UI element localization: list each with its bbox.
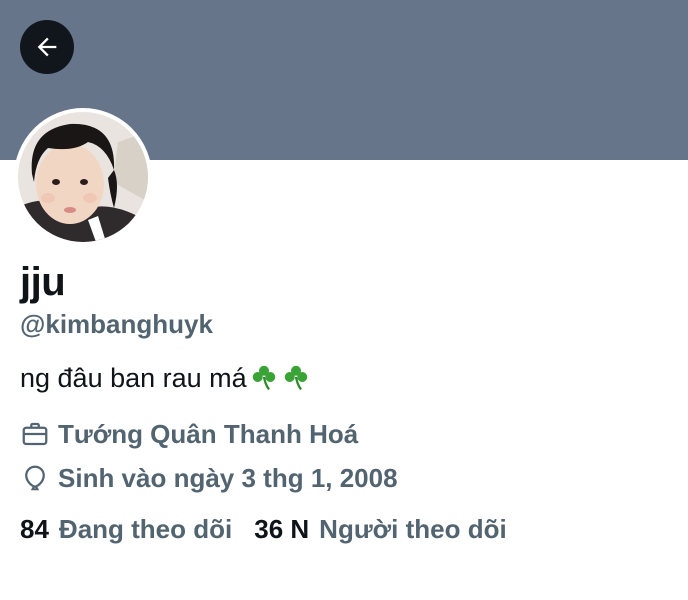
balloon-icon	[20, 463, 50, 493]
shamrock-icon	[249, 362, 279, 392]
avatar-image	[18, 112, 148, 242]
back-button[interactable]	[20, 20, 74, 74]
birth-text: Sinh vào ngày 3 thg 1, 2008	[58, 463, 398, 493]
arrow-left-icon	[37, 37, 57, 57]
avatar[interactable]	[14, 108, 152, 246]
display-name: jju	[20, 260, 66, 304]
briefcase-icon	[20, 419, 50, 449]
location-text: Tướng Quân Thanh Hoá	[58, 419, 359, 449]
following-label: Đang theo dõi	[58, 514, 233, 544]
followers-label: Người theo dõi	[319, 514, 507, 544]
username-handle: @kimbanghuyk	[20, 309, 213, 339]
bio-text: ng đâu ban rau má	[20, 363, 247, 393]
followers-link[interactable]: 36 N Người theo dõi	[254, 512, 506, 546]
profile-bio: ng đâu ban rau má	[20, 360, 311, 396]
following-count: 84	[20, 514, 49, 544]
profile-birthdate: Sinh vào ngày 3 thg 1, 2008	[20, 461, 398, 495]
profile-page: jju @kimbanghuyk ng đâu ban rau má Tướng…	[0, 0, 688, 600]
profile-location: Tướng Quân Thanh Hoá	[20, 417, 358, 451]
follow-stats: 84 Đang theo dõi 36 N Người theo dõi	[20, 512, 507, 546]
following-link[interactable]: 84 Đang theo dõi	[20, 512, 232, 546]
followers-count: 36 N	[254, 514, 310, 544]
shamrock-icon	[281, 362, 311, 392]
